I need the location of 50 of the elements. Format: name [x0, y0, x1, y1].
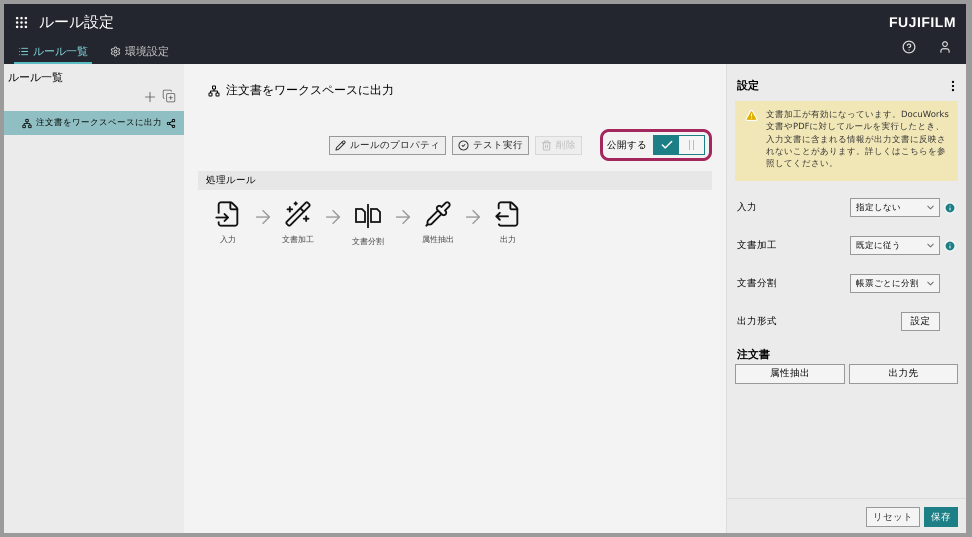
info-icon[interactable] — [944, 240, 956, 252]
dropdown[interactable]: 既定に従う — [850, 236, 940, 256]
user-icon[interactable] — [938, 40, 952, 54]
step-label: 入力 — [220, 234, 236, 245]
step-label: 文書分割 — [352, 236, 384, 247]
info-icon[interactable] — [944, 202, 956, 214]
publish-label: 公開する — [607, 138, 647, 152]
group-button[interactable]: 出力先 — [848, 364, 958, 384]
duplicate-icon[interactable] — [162, 89, 176, 103]
add-icon[interactable] — [142, 89, 158, 105]
app-grid-icon[interactable] — [14, 14, 29, 30]
magic-wand-icon — [284, 200, 312, 228]
reset-button[interactable]: リセット — [866, 507, 920, 527]
rule-icon — [208, 84, 220, 96]
warning-icon — [745, 109, 758, 122]
pipette-icon — [424, 200, 452, 228]
action-button[interactable]: テスト実行 — [452, 136, 529, 154]
brand-logo: FUJIFILM — [889, 14, 956, 30]
warning-text: 文書加工が有効になっています。DocuWorks文書やPDFに対してルールを実行したとき、入力文書に含まれる情報が出力文書に反映されないことがあります。詳しくはこちらを参照してください。 — [766, 109, 950, 171]
setting-label: 出力形式 — [737, 315, 778, 328]
rule-icon — [22, 118, 32, 128]
save-button[interactable]: 保存 — [924, 507, 958, 527]
list-icon — [18, 46, 29, 56]
setting-label: 入力 — [737, 201, 758, 214]
nav-tab[interactable]: 環境設定 — [106, 40, 173, 64]
section-header: 処理ルール — [198, 171, 712, 190]
settings-icon — [110, 46, 121, 56]
group-button[interactable]: 属性抽出 — [735, 364, 844, 384]
rule-title: 注文書をワークスペースに出力 — [226, 82, 394, 99]
trash-icon — [541, 140, 552, 150]
rule-name: 注文書をワークスペースに出力 — [36, 117, 162, 129]
step-label: 出力 — [500, 234, 516, 245]
action-button[interactable]: ルールのプロパティ — [329, 136, 446, 154]
pencil-icon — [335, 140, 346, 150]
sidebar-title: ルール一覧 — [7, 70, 64, 85]
settings-button[interactable]: 設定 — [901, 312, 940, 332]
app-title: ルール設定 — [39, 12, 115, 32]
publish-toggle[interactable] — [653, 135, 705, 155]
panel-title: 設定 — [737, 78, 759, 93]
step-label: 文書加工 — [282, 234, 314, 245]
step-label: 属性抽出 — [422, 234, 454, 245]
rule-list-item[interactable]: 注文書をワークスペースに出力 — [4, 111, 184, 135]
setting-label: 文書分割 — [737, 277, 778, 290]
check-circle-icon — [458, 140, 469, 150]
share-icon[interactable] — [166, 118, 176, 128]
dropdown[interactable]: 帳票ごとに分割 — [850, 274, 940, 294]
dropdown[interactable]: 指定しない — [850, 198, 940, 218]
setting-label: 文書加工 — [737, 239, 778, 252]
group-title: 注文書 — [736, 346, 771, 363]
help-icon[interactable] — [902, 40, 916, 54]
